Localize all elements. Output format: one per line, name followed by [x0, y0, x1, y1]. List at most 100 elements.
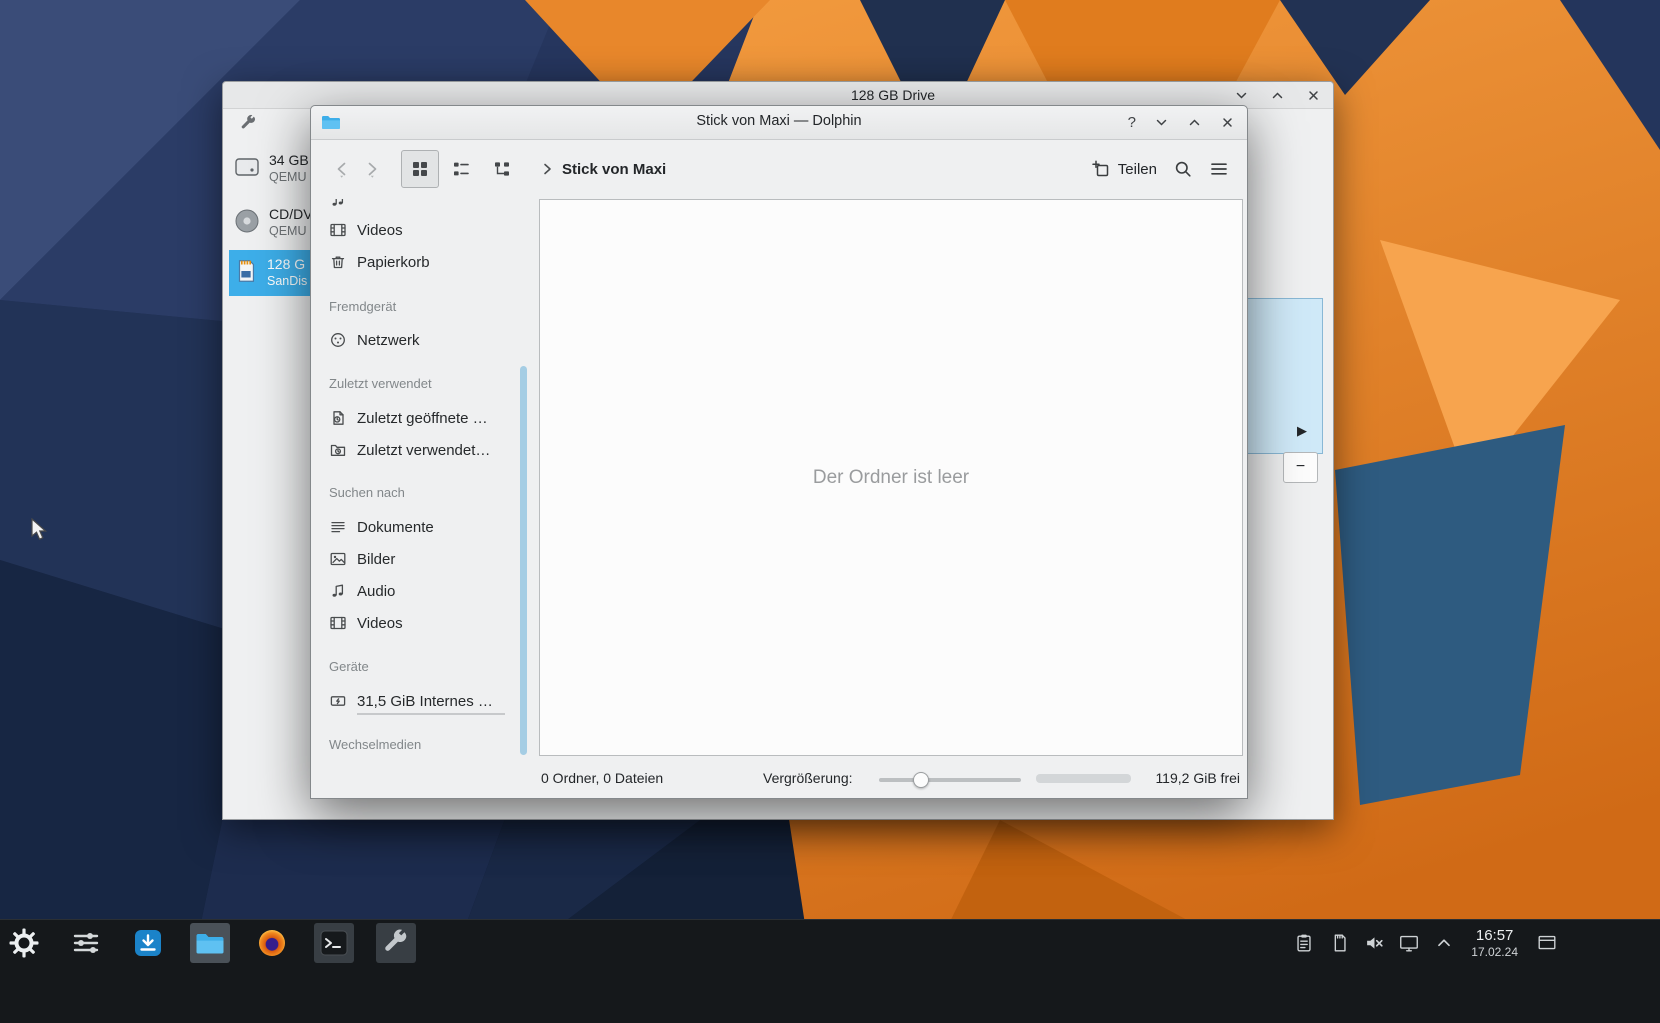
sidebar-item-label: Audio [357, 583, 395, 600]
item-count: 0 Ordner, 0 Dateien [541, 770, 663, 786]
maximize-icon[interactable] [1269, 87, 1285, 103]
internal-drive-icon [329, 692, 347, 710]
clipboard-icon[interactable] [1291, 930, 1317, 956]
desktop: 128 GB Drive 34 GB QEMU [0, 0, 1660, 1023]
folder-icon [195, 931, 225, 955]
film-icon [329, 221, 347, 239]
dolphin-task-button[interactable] [190, 923, 230, 963]
back-button[interactable] [327, 152, 357, 186]
dolphin-titlebar[interactable]: Stick von Maxi — Dolphin ? [311, 106, 1247, 140]
dolphin-window: Stick von Maxi — Dolphin ? [310, 105, 1248, 799]
partition-block[interactable] [1247, 298, 1323, 454]
dolphin-toolbar: Stick von Maxi Teilen [311, 139, 1247, 199]
taskbar: 16:57 17.02.24 [0, 919, 1660, 1023]
close-icon[interactable] [1305, 87, 1321, 103]
firefox-button[interactable] [252, 923, 292, 963]
device-detail: SanDis [267, 274, 307, 290]
free-space-label: 119,2 GiB frei [1155, 770, 1240, 786]
clock[interactable]: 16:57 17.02.24 [1471, 927, 1518, 959]
sidebar-item-label: Netzwerk [357, 332, 420, 349]
breadcrumb[interactable]: Stick von Maxi [540, 161, 666, 178]
forward-button[interactable] [357, 152, 387, 186]
share-icon [1091, 159, 1111, 179]
device-detail: QEMU [269, 224, 313, 240]
expander-arrow[interactable]: ▶ [1297, 423, 1307, 439]
sidebar-scrollbar[interactable] [518, 199, 530, 759]
konsole-task-button[interactable] [314, 923, 354, 963]
section-header-wechselmedien: Wechselmedien [319, 730, 516, 758]
show-desktop-button[interactable] [1534, 930, 1560, 956]
wrench-icon[interactable] [239, 114, 258, 138]
hamburger-menu-button[interactable] [1201, 151, 1237, 187]
sidebar-item-videos-suche[interactable]: Videos [319, 607, 516, 639]
zoom-slider-handle[interactable] [913, 772, 929, 788]
sidebar-item-partial [319, 199, 516, 211]
bgw-window-title: 128 GB Drive [783, 87, 1003, 103]
hamburger-menu-icon [1209, 159, 1229, 179]
icons-view-button[interactable] [401, 150, 439, 188]
empty-folder-message: Der Ordner ist leer [813, 467, 969, 489]
tree-view-button[interactable] [483, 150, 521, 188]
zoom-slider[interactable] [879, 778, 1021, 782]
search-button[interactable] [1165, 151, 1201, 187]
chevron-up-icon[interactable] [1431, 930, 1457, 956]
device-detail: QEMU [269, 170, 309, 186]
partition-manager-task-button[interactable] [376, 923, 416, 963]
section-header-suchen-nach: Suchen nach [319, 478, 516, 506]
settings-sliders-button[interactable] [66, 923, 106, 963]
recent-folder-icon [329, 441, 347, 459]
sidebar-item-netzwerk[interactable]: Netzwerk [319, 324, 516, 356]
globe-icon [329, 331, 347, 349]
display-icon[interactable] [1396, 930, 1422, 956]
sidebar-item-interner-speicher[interactable]: 31,5 GiB Internes … [319, 685, 516, 717]
zoom-label: Vergrößerung: [763, 770, 853, 786]
sidebar-item-bilder[interactable]: Bilder [319, 543, 516, 575]
device-name: 128 G [267, 256, 307, 274]
trash-icon [329, 253, 347, 271]
maximize-icon[interactable] [1186, 115, 1202, 131]
details-view-button[interactable] [442, 150, 480, 188]
window-title: Stick von Maxi — Dolphin [311, 113, 1247, 129]
places-panel: Videos Papierkorb Fremdgerät Netzwerk Zu… [311, 199, 516, 759]
sidebar-item-zuletzt-geoeffnete[interactable]: Zuletzt geöffnete … [319, 402, 516, 434]
sidebar-item-dokumente[interactable]: Dokumente [319, 511, 516, 543]
sidebar-item-zuletzt-verwendete[interactable]: Zuletzt verwendet… [319, 434, 516, 466]
sidebar-item-label: Zuletzt verwendet… [357, 442, 490, 459]
sidebar-item-audio[interactable]: Audio [319, 575, 516, 607]
sd-card-icon [233, 258, 259, 289]
breadcrumb-chevron-icon [540, 162, 554, 176]
clock-time: 16:57 [1471, 927, 1518, 945]
sidebar-item-label: Papierkorb [357, 254, 430, 271]
recent-document-icon [329, 409, 347, 427]
sidebar-item-label: Bilder [357, 551, 395, 568]
image-icon [329, 550, 347, 568]
minimize-icon[interactable] [1233, 87, 1249, 103]
minimize-icon[interactable] [1153, 115, 1169, 131]
search-icon [1173, 159, 1193, 179]
sidebar-item-label: Zuletzt geöffnete … [357, 410, 488, 427]
close-icon[interactable] [1219, 115, 1235, 131]
help-button[interactable]: ? [1128, 114, 1136, 131]
audio-muted-icon[interactable] [1361, 930, 1387, 956]
hard-disk-icon [233, 153, 261, 186]
music-note-icon [329, 582, 347, 600]
discover-button[interactable] [128, 923, 168, 963]
clock-date: 17.02.24 [1471, 945, 1518, 959]
sidebar-item-label: Dokumente [357, 519, 434, 536]
firefox-icon [256, 927, 288, 959]
app-launcher-button[interactable] [4, 923, 44, 963]
mouse-cursor-icon [30, 518, 52, 542]
sliders-icon [70, 927, 102, 959]
device-name: CD/DV [269, 206, 313, 224]
discover-icon [132, 927, 164, 959]
breadcrumb-location[interactable]: Stick von Maxi [562, 161, 666, 178]
collapse-button[interactable]: − [1283, 452, 1318, 483]
folder-view[interactable]: Der Ordner ist leer [539, 199, 1243, 756]
statusbar: 0 Ordner, 0 Dateien Vergrößerung: 119,2 … [311, 759, 1247, 798]
share-button[interactable]: Teilen [1083, 153, 1165, 185]
sidebar-item-videos[interactable]: Videos [319, 214, 516, 246]
sidebar-item-papierkorb[interactable]: Papierkorb [319, 246, 516, 278]
document-lines-icon [329, 518, 347, 536]
device-notifier-icon[interactable] [1326, 930, 1352, 956]
scrollbar-thumb[interactable] [520, 366, 527, 755]
